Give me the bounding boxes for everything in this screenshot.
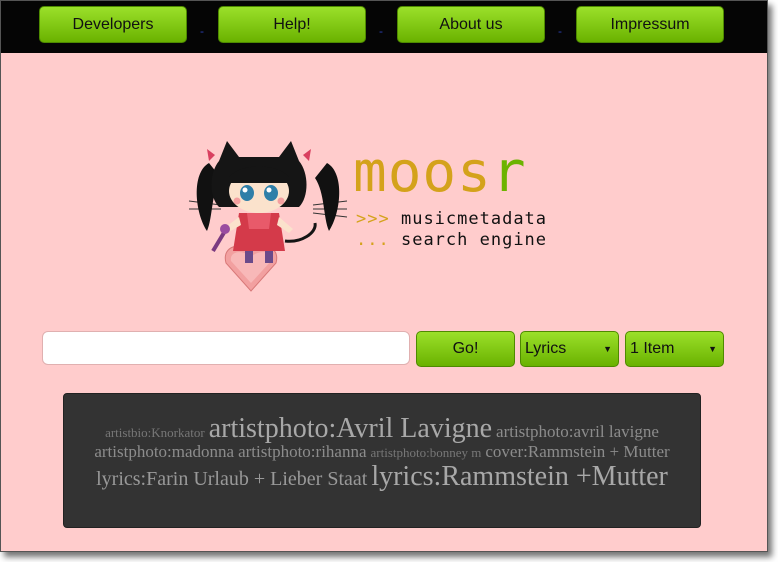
nav-developers-button[interactable]: Developers — [39, 6, 187, 43]
go-button[interactable]: Go! — [416, 331, 515, 367]
logo-tagline-line2: ... search engine — [356, 230, 548, 250]
top-navbar: Developers - Help! - About us - Impressu… — [1, 1, 767, 53]
search-type-value: Lyrics — [525, 340, 567, 357]
nav-separator: - — [379, 24, 383, 38]
tag-link[interactable]: cover:Rammstein + Mutter — [485, 442, 669, 461]
tag-link[interactable]: artistphoto:bonney m — [371, 445, 482, 460]
nav-separator: - — [200, 24, 204, 38]
mascot-logo-image — [188, 141, 348, 292]
search-input[interactable] — [42, 331, 410, 365]
result-count-value: 1 Item — [630, 340, 675, 357]
nav-about-button[interactable]: About us — [397, 6, 545, 43]
nav-help-button[interactable]: Help! — [218, 6, 366, 43]
dropdown-arrow-icon: ▼ — [708, 344, 717, 354]
search-type-select[interactable]: Lyrics ▼ — [520, 331, 619, 367]
tag-link[interactable]: artistphoto:Avril Lavigne — [209, 413, 492, 444]
tag-link[interactable]: artistbio:Knorkator — [105, 425, 205, 440]
tag-link[interactable]: artistphoto:avril lavigne — [496, 422, 659, 441]
logo-wordmark: moosr — [353, 140, 527, 205]
tag-link[interactable]: artistphoto:rihanna — [238, 442, 366, 461]
nav-separator: - — [558, 24, 562, 38]
result-count-select[interactable]: 1 Item ▼ — [625, 331, 724, 367]
tag-link[interactable]: artistphoto:madonna — [94, 442, 234, 461]
dropdown-arrow-icon: ▼ — [603, 344, 612, 354]
tag-link[interactable]: lyrics:Farin Urlaub + Lieber Staat — [96, 468, 367, 490]
browser-viewport: Developers - Help! - About us - Impressu… — [0, 0, 768, 552]
nav-impressum-button[interactable]: Impressum — [576, 6, 724, 43]
recent-searches-tag-cloud: artistbio:Knorkator artistphoto:Avril La… — [63, 393, 701, 528]
tag-link[interactable]: lyrics:Rammstein +Mutter — [371, 461, 668, 492]
logo-tagline-line1: >>> musicmetadata — [356, 209, 548, 229]
